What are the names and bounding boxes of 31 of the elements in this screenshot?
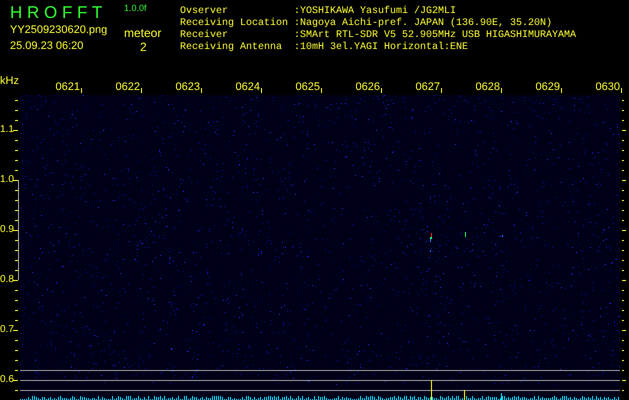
meteor-count: 2 [140,40,147,54]
field-label: Receiver [180,30,230,42]
time-label: 0622 [116,81,140,93]
timestamp: 25.09.23 06:20 [10,40,84,53]
time-label: 0626 [356,81,380,93]
unit-label: kHz [0,75,19,87]
time-label: 0621 [56,81,80,93]
app-title: H R O F F T [10,3,102,23]
field-label: Ovserver [180,6,230,18]
time-label: 0630 [596,81,620,93]
field-value: :Nagoya Aichi-pref. JAPAN (136.90E, 35.20N) [294,18,552,30]
time-label: 0627 [416,81,440,93]
time-label: 0629 [536,81,560,93]
field-value: :10mH 3el.YAGI Horizontal:ENE [294,42,468,54]
frequency-label: 0.8 [0,274,14,286]
time-label: 0624 [236,81,260,93]
field-label: Receiving Antenna [180,42,284,54]
meteor-label: meteor [124,26,162,40]
frequency-label: 0.7 [0,324,14,336]
frequency-label: 0.9 [0,224,14,236]
frequency-label: 0.6 [0,374,14,386]
time-label: 0625 [296,81,320,93]
field-value: :YOSHIKAWA Yasufumi /JG2MLI [294,6,456,18]
frequency-label: 1.0 [0,174,14,186]
frequency-label: 1.1 [0,124,14,136]
field-label: Receiving Location [180,18,290,30]
app-version: 1.0.0f [124,3,147,13]
filename: YY2509230620.png [10,24,108,37]
field-value: :SMArt RTL-SDR V5 52.905MHz USB HIGASHIMURAYAMA [294,30,576,42]
time-label: 0628 [476,81,500,93]
time-label: 0623 [176,81,200,93]
